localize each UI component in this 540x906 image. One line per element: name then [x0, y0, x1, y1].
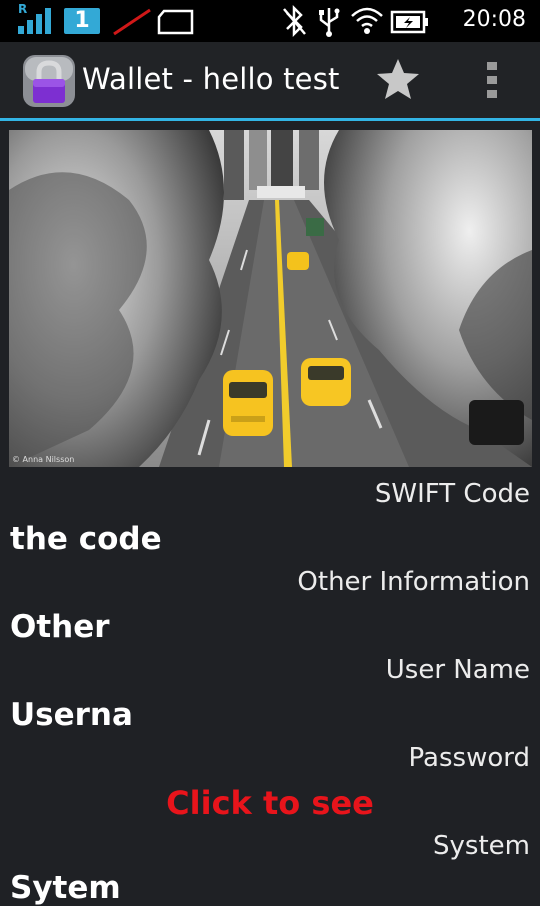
signal-icon — [18, 8, 51, 34]
sim-indicator: 1 — [64, 8, 100, 34]
other-information-value: Other — [10, 609, 110, 645]
status-bar: R 1 20:08 — [0, 0, 540, 42]
taxi-mid — [301, 358, 351, 406]
lock-app-icon[interactable] — [22, 54, 76, 108]
sd-card-icon — [157, 9, 194, 35]
bluetooth-off-icon — [282, 4, 306, 38]
action-bar-divider — [0, 118, 540, 121]
swift-code-value: the code — [10, 521, 162, 557]
taxi-far — [287, 252, 309, 270]
user-name-label: User Name — [385, 655, 530, 685]
swift-code-label: SWIFT Code — [374, 479, 530, 509]
password-label: Password — [408, 743, 530, 773]
photo-credit: © Anna Nilsson — [12, 455, 75, 464]
other-information-label: Other Information — [297, 567, 530, 597]
system-value: Sytem — [10, 870, 121, 906]
system-icons — [279, 4, 430, 38]
reveal-password-button[interactable]: Click to see — [0, 784, 540, 822]
usb-icon — [318, 8, 340, 37]
city-street-taxis-photo — [9, 130, 532, 467]
system-label: System — [433, 831, 530, 861]
user-name-value: Userna — [10, 697, 133, 733]
clock: 20:08 — [462, 7, 526, 32]
action-bar: Wallet - hello test — [0, 42, 540, 118]
battery-charging-icon — [390, 10, 428, 34]
taxi-near — [223, 370, 273, 436]
wallet-photo: © Anna Nilsson — [9, 130, 532, 467]
page-title: Wallet - hello test — [82, 62, 340, 96]
overflow-menu-icon[interactable] — [480, 58, 504, 102]
star-icon[interactable] — [374, 56, 422, 102]
no-data-icon — [113, 8, 151, 36]
wifi-icon — [351, 7, 383, 34]
